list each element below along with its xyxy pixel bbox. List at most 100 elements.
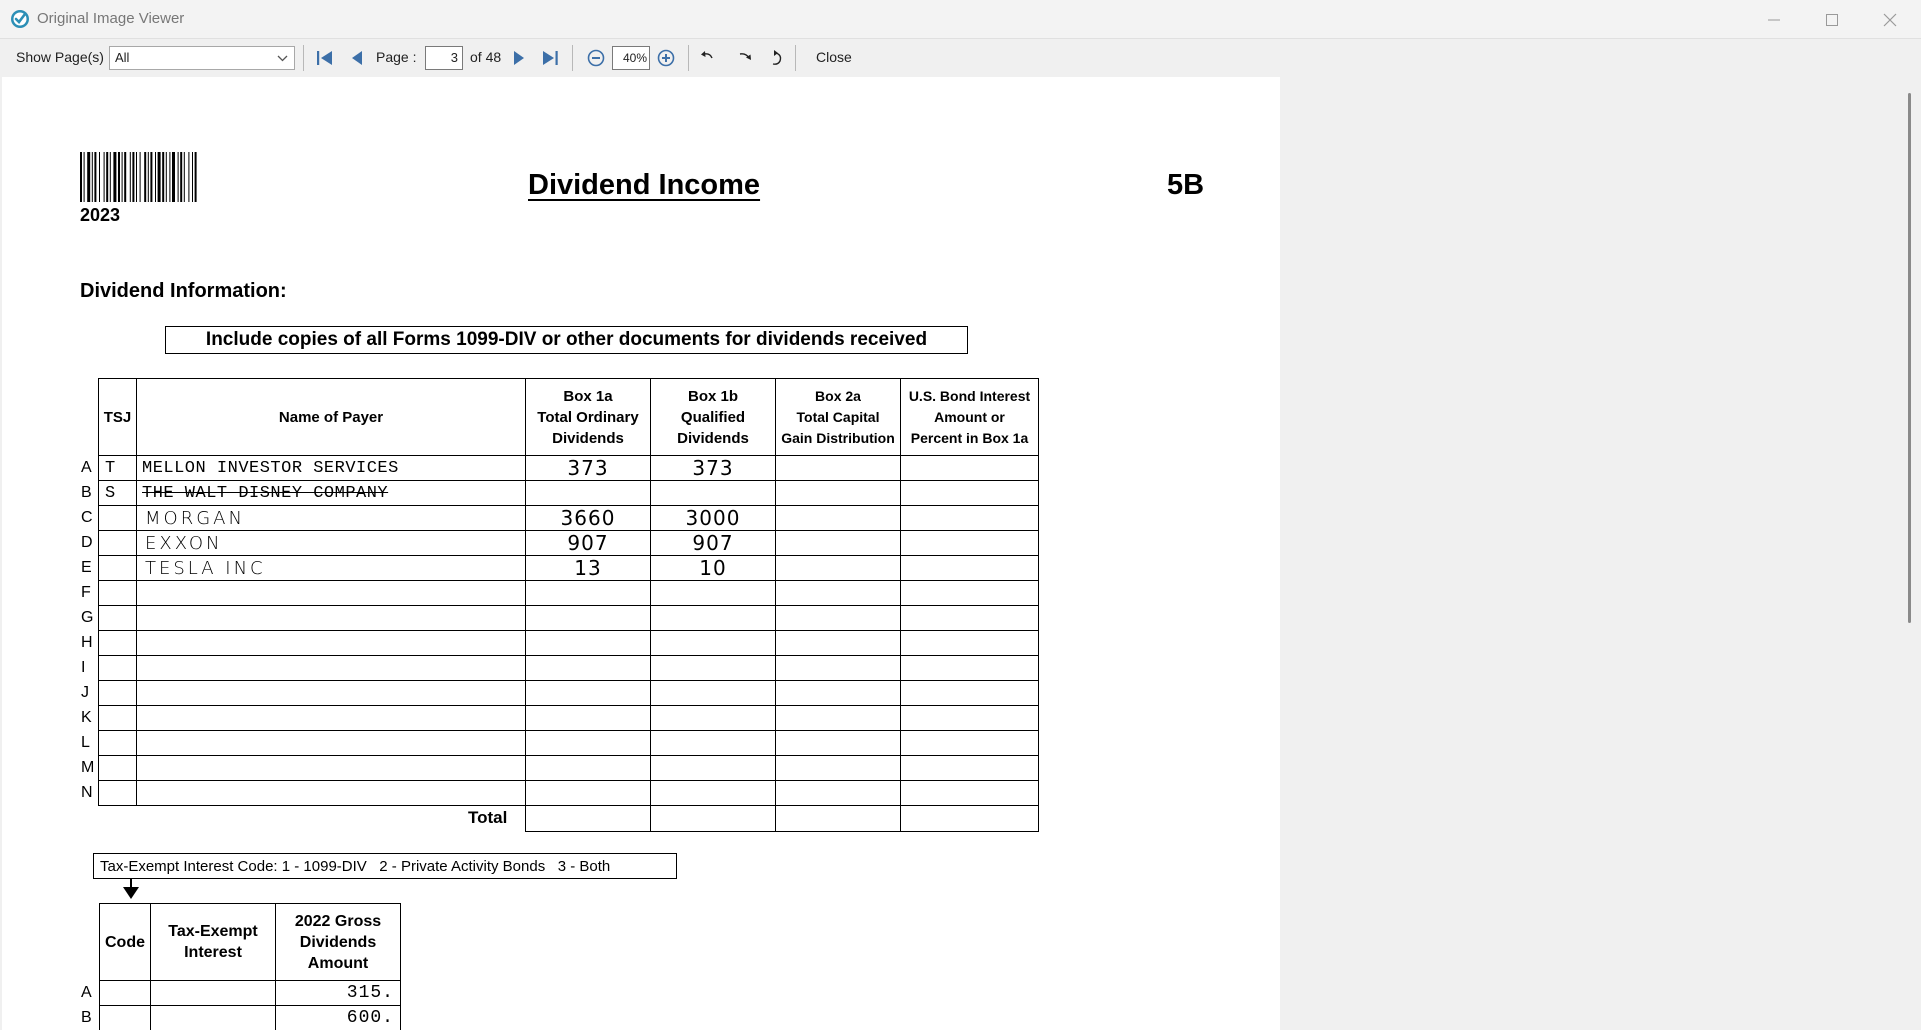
cell-box1b (650, 480, 776, 506)
col-header-tsj: TSJ (98, 378, 137, 456)
cell-box2a (775, 530, 901, 556)
total-spacer (99, 806, 526, 832)
cell-tsj (98, 555, 137, 581)
cell-payer: THE WALT DISNEY COMPANY (136, 480, 526, 506)
cell-us-bond (900, 730, 1039, 756)
table-row: S THE WALT DISNEY COMPANY (98, 480, 1039, 506)
cell-box2a (775, 780, 901, 806)
maximize-button[interactable] (1803, 0, 1861, 39)
zoom-out-button[interactable] (584, 47, 608, 69)
show-pages-label: Show Page(s) (16, 49, 104, 65)
row-letter: A (81, 459, 92, 476)
cell-us-bond (900, 480, 1039, 506)
cell-box2a (775, 580, 901, 606)
cell-us-bond (900, 755, 1039, 781)
cell-tsj (98, 630, 137, 656)
toolbar-divider (688, 45, 689, 71)
last-page-button[interactable] (538, 47, 562, 69)
cell-box1a (525, 630, 651, 656)
first-page-button[interactable] (313, 47, 337, 69)
table-row: TESLA INC 13 10 (98, 555, 1039, 581)
rotate-left-icon (701, 51, 713, 59)
window-title: Original Image Viewer (37, 10, 185, 27)
document-viewer: 2023 Dividend Income 5B Dividend Informa… (0, 77, 1921, 1030)
row-letter: M (81, 759, 95, 776)
cell-payer: MORGAN (136, 505, 526, 531)
minimize-button[interactable] (1745, 0, 1803, 39)
zoom-in-button[interactable] (654, 47, 678, 69)
cell-box1a: 907 (525, 530, 651, 556)
cell-total-box2a (775, 805, 901, 832)
table-row (98, 705, 1039, 731)
row-letter: L (81, 734, 90, 751)
col-header-tax-exempt-interest: Tax-Exempt Interest (150, 903, 276, 981)
cell-total-box1b (650, 805, 776, 832)
app-check-icon (11, 10, 29, 28)
toolbar: Show Page(s) All Page : 3 of 48 40% Clos… (0, 39, 1921, 77)
cell-box1b (650, 680, 776, 706)
cell-box2a (775, 455, 901, 481)
table-row: T MELLON INVESTOR SERVICES 373 373 (98, 455, 1039, 481)
section-heading: Dividend Information: (80, 280, 287, 302)
table-row: EXXON 907 907 (98, 530, 1039, 556)
cell-box2a (775, 680, 901, 706)
col-header-gross-dividends: 2022 Gross Dividends Amount (275, 903, 401, 981)
toolbar-divider (795, 45, 796, 71)
barcode-image (80, 152, 197, 202)
cell-payer (136, 705, 526, 731)
cell-tsj: T (98, 455, 137, 481)
cell-box2a (775, 480, 901, 506)
cell-payer-name: MORGAN (145, 507, 245, 529)
previous-page-icon (352, 51, 362, 65)
page-number-input[interactable]: 3 (425, 46, 463, 70)
cell-box1a (525, 655, 651, 681)
rotate-right-button[interactable] (733, 47, 757, 69)
show-pages-dropdown[interactable]: All (109, 46, 295, 70)
next-page-button[interactable] (507, 47, 531, 69)
table-row (98, 680, 1039, 706)
total-row (99, 805, 1039, 832)
cell-tsj (98, 730, 137, 756)
table-row (98, 605, 1039, 631)
document-page: 2023 Dividend Income 5B Dividend Informa… (2, 77, 1280, 1030)
close-button[interactable]: Close (816, 49, 852, 65)
cell-payer (136, 655, 526, 681)
cell-us-bond (900, 455, 1039, 481)
cell-tsj (98, 505, 137, 531)
table-row: 315. (99, 980, 401, 1006)
close-window-button[interactable] (1861, 0, 1919, 39)
dividend-table: TSJ Name of Payer Box 1a Total Ordinary Di… (98, 378, 1039, 832)
cell-payer (136, 580, 526, 606)
rotate-clockwise-button[interactable] (764, 47, 788, 69)
zoom-level-input[interactable]: 40% (612, 46, 650, 70)
zoom-out-icon (587, 49, 605, 67)
page-count: of 48 (470, 49, 502, 65)
scrollbar-thumb[interactable] (1908, 93, 1911, 623)
maximize-icon (1826, 13, 1838, 26)
cell-box1a (525, 755, 651, 781)
cell-payer (136, 755, 526, 781)
cell-box1a (525, 580, 651, 606)
cell-box1b: 3000 (650, 505, 776, 531)
col-header-box1a: Box 1a Total Ordinary Dividends (525, 378, 651, 456)
cell-box2a (775, 555, 901, 581)
cell-box1b (650, 730, 776, 756)
rotate-left-button[interactable] (695, 47, 719, 69)
row-letter: A (81, 984, 92, 1001)
cell-us-bond (900, 555, 1039, 581)
col-header-us-bond: U.S. Bond Interest Amount or Percent in Bo… (900, 378, 1039, 456)
cell-payer-name: EXXON (145, 532, 223, 554)
row-letter: B (81, 484, 92, 501)
cell-gross-dividends: 600. (275, 1005, 401, 1030)
row-letter: N (81, 784, 93, 801)
instruction-text: Include copies of all Forms 1099-DIV or … (205, 329, 928, 350)
previous-page-button[interactable] (345, 47, 369, 69)
page-title: Dividend Income (528, 169, 761, 201)
vertical-scrollbar[interactable] (1899, 77, 1921, 1030)
col-header-box2a: Box 2a Total Capital Gain Distribution (775, 378, 901, 456)
cell-payer: EXXON (136, 530, 526, 556)
zoom-in-icon (657, 49, 675, 67)
cell-payer: MELLON INVESTOR SERVICES (136, 455, 526, 481)
arrow-down-icon (123, 887, 139, 899)
cell-us-bond (900, 530, 1039, 556)
